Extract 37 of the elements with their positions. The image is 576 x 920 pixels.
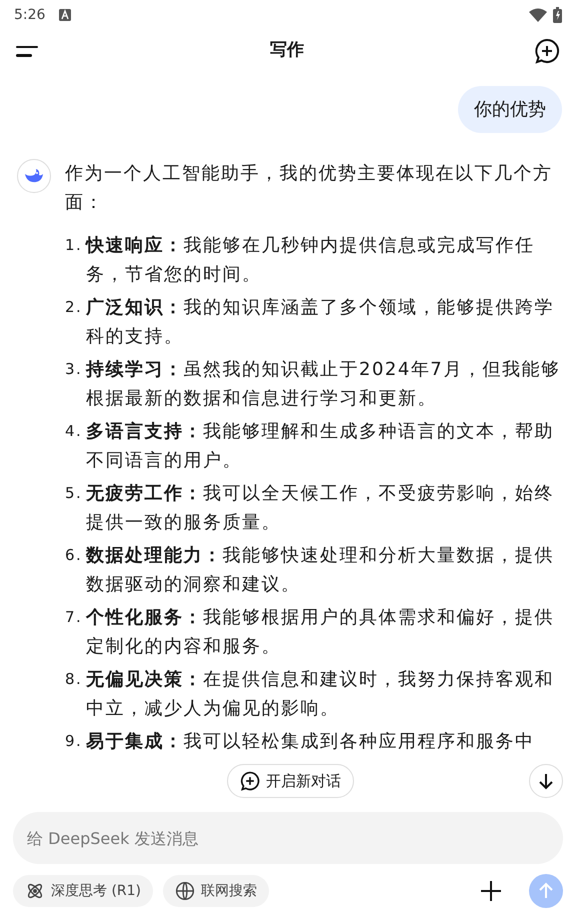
list-number: 5.	[65, 483, 84, 504]
atom-icon	[25, 881, 45, 901]
list-number: 9.	[65, 731, 84, 752]
scroll-down-button[interactable]	[529, 764, 563, 798]
start-new-chat-button[interactable]: 开启新对话	[227, 764, 354, 798]
list-number: 2.	[65, 297, 84, 318]
notification-icon	[59, 9, 72, 21]
option-toggle[interactable]: 联网搜索	[163, 875, 270, 907]
list-number: 8.	[65, 669, 84, 690]
status-time: 5:26	[14, 6, 46, 24]
list-item-text: 个性化服务：我能够根据用户的具体需求和偏好，提供定制化的内容和服务。	[86, 606, 555, 659]
list-item-text: 无偏见决策：在提供信息和建议时，我努力保持客观和中立，减少人为偏见的影响。	[86, 668, 555, 721]
battery-icon	[553, 7, 562, 23]
list-number: 4.	[65, 421, 84, 442]
list-item-text: 多语言支持：我能够理解和生成多种语言的文本，帮助不同语言的用户。	[86, 420, 555, 473]
list-item-text: 快速响应：我能够在几秒钟内提供信息或完成写作任务，节省您的时间。	[86, 234, 536, 287]
list-item-text: 易于集成：我可以轻松集成到各种应用程序和服务中	[86, 730, 534, 754]
down-arrow-icon	[537, 772, 555, 790]
message-input[interactable]: 给 DeepSeek 发送消息	[13, 812, 563, 864]
list-number: 7.	[65, 607, 84, 628]
list-number: 6.	[65, 545, 84, 566]
list-item-text: 持续学习：虽然我的知识截止于2024年7月，但我能够根据最新的数据和信息进行学习和更新。	[86, 358, 562, 411]
assistant-avatar	[17, 159, 51, 193]
list-number: 1.	[65, 235, 84, 256]
wifi-icon	[529, 8, 547, 22]
list-number: 3.	[65, 359, 84, 380]
new-chat-button[interactable]	[534, 38, 560, 64]
user-message: 你的优势	[458, 86, 562, 133]
option-toggle[interactable]: 深度思考 (R1)	[13, 875, 154, 907]
list-item-text: 无疲劳工作：我可以全天候工作，不受疲劳影响，始终提供一致的服务质量。	[86, 482, 555, 535]
globe-icon	[175, 881, 196, 901]
header-title: 写作	[270, 39, 304, 62]
list-item-text: 广泛知识：我的知识库涵盖了多个领域，能够提供跨学科的支持。	[86, 296, 555, 349]
assistant-intro: 作为一个人工智能助手，我的优势主要体现在以下几个方面：	[65, 162, 554, 215]
chat-plus-icon	[240, 771, 260, 791]
up-arrow-icon	[537, 882, 555, 900]
list-item-text: 数据处理能力：我能够快速处理和分析大量数据，提供数据驱动的洞察和建议。	[86, 544, 555, 597]
